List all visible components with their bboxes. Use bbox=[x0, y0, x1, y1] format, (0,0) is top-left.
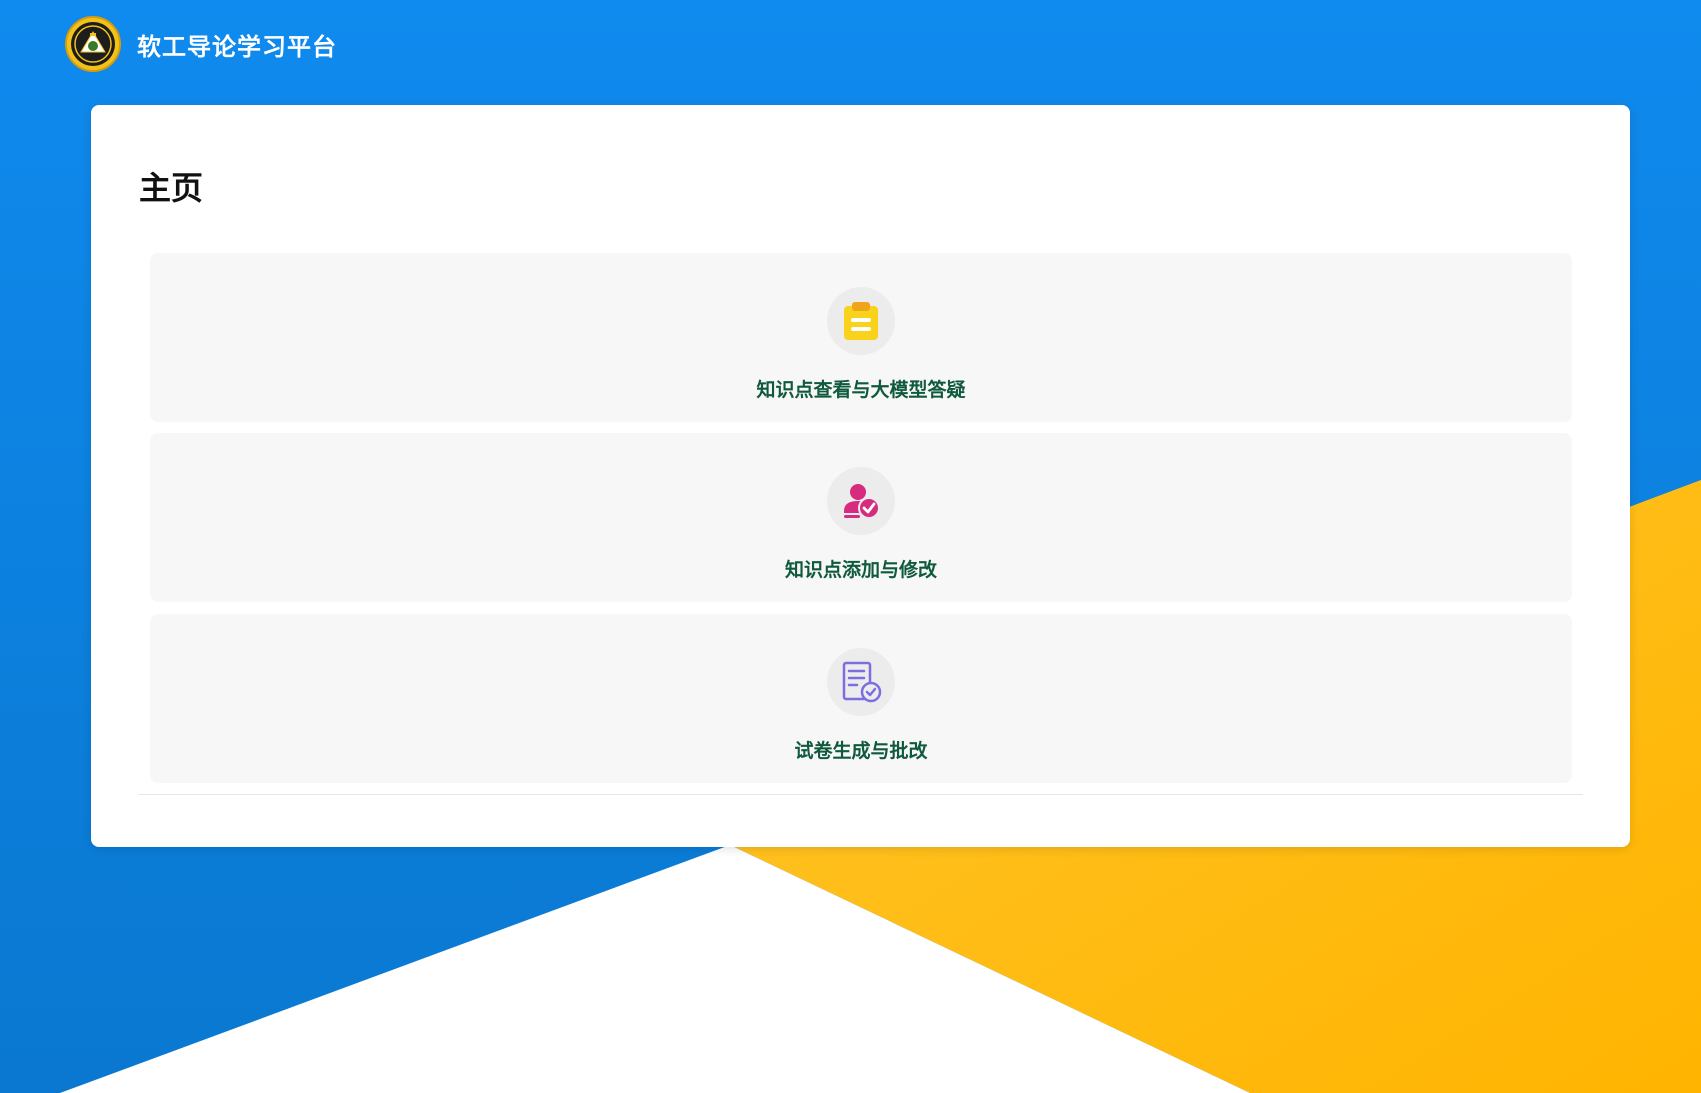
feature-label: 试卷生成与批改 bbox=[794, 740, 928, 762]
feature-knowledge-edit[interactable]: 知识点添加与修改 bbox=[150, 433, 1572, 602]
feature-label: 知识点添加与修改 bbox=[784, 559, 937, 581]
page-background: 软工导论学习平台 主页 知识点查看与大模型答疑 知识点添加与修改 试卷生成与批改 bbox=[0, 0, 1701, 1093]
page-title: 主页 bbox=[139, 169, 204, 207]
clipboard-icon bbox=[844, 302, 878, 340]
document-check-icon bbox=[842, 661, 882, 703]
feature-icon-container bbox=[827, 648, 895, 716]
site-title: 软工导论学习平台 bbox=[137, 32, 337, 61]
feature-exam-generate[interactable]: 试卷生成与批改 bbox=[150, 614, 1572, 783]
main-card: 主页 知识点查看与大模型答疑 知识点添加与修改 试卷生成与批改 bbox=[91, 105, 1630, 847]
feature-icon-container bbox=[827, 287, 895, 355]
feature-knowledge-qa[interactable]: 知识点查看与大模型答疑 bbox=[150, 253, 1572, 422]
university-seal-icon bbox=[71, 22, 115, 66]
app-header: 软工导论学习平台 bbox=[65, 15, 337, 73]
university-logo[interactable] bbox=[65, 16, 121, 72]
user-check-icon bbox=[844, 484, 880, 519]
feature-label: 知识点查看与大模型答疑 bbox=[756, 379, 966, 401]
divider bbox=[139, 794, 1583, 795]
feature-icon-container bbox=[827, 467, 895, 535]
